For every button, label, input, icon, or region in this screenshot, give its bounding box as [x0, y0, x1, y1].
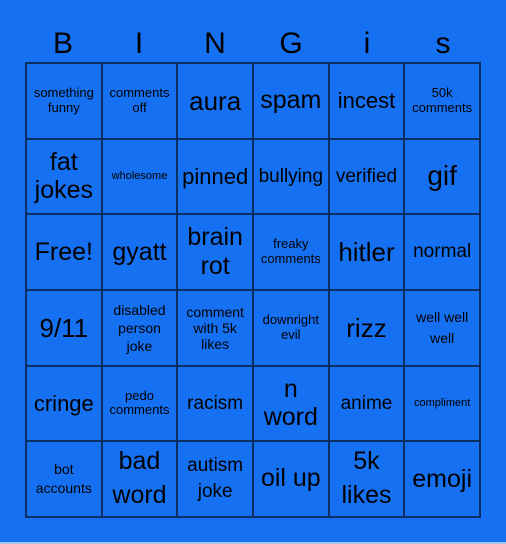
- bingo-cell[interactable]: anime: [328, 365, 405, 442]
- bingo-cell[interactable]: spam: [252, 63, 329, 139]
- bingo-cell[interactable]: autism joke: [177, 441, 253, 517]
- header-letter-1: B: [52, 27, 73, 60]
- bingo-cell[interactable]: brain rot: [177, 214, 253, 290]
- header-letter-6: s: [435, 27, 451, 60]
- bingo-cell[interactable]: hitler: [328, 214, 405, 290]
- free-space-cell[interactable]: Free!: [26, 214, 102, 290]
- bingo-cell[interactable]: bot accounts: [26, 441, 102, 517]
- bingo-cell[interactable]: racism: [177, 365, 253, 442]
- header-letter-3: N: [204, 27, 226, 60]
- bingo-cell[interactable]: verified: [328, 138, 405, 215]
- header-letter-4: G: [279, 27, 303, 60]
- bingo-cell[interactable]: comment with 5k likes: [177, 289, 253, 366]
- bingo-cell[interactable]: freaky comments: [252, 214, 329, 290]
- bingo-cell[interactable]: gif: [404, 138, 480, 215]
- bingo-cell[interactable]: bullying: [252, 138, 329, 215]
- bingo-cell[interactable]: compliment: [404, 365, 480, 442]
- bingo-cell[interactable]: 9/11: [26, 289, 102, 366]
- header-letter-2: I: [134, 27, 144, 60]
- bingo-cell[interactable]: downright evil: [252, 289, 329, 366]
- bingo-cell[interactable]: pinned: [177, 138, 253, 215]
- header-letter-5: i: [363, 27, 371, 60]
- bingo-cell[interactable]: gyatt: [101, 214, 178, 290]
- bingo-cell[interactable]: fat jokes: [26, 138, 102, 215]
- bingo-cell[interactable]: aura: [177, 63, 253, 139]
- bingo-cell[interactable]: disabled person joke: [101, 289, 178, 366]
- bingo-cell[interactable]: 5k likes: [328, 441, 405, 517]
- bingo-header: B I N G i s: [25, 26, 481, 62]
- bingo-cell[interactable]: oil up: [252, 441, 329, 517]
- bingo-card: something funny comments off aura spam i…: [25, 62, 481, 518]
- bingo-cell[interactable]: comments off: [101, 63, 178, 139]
- bingo-cell[interactable]: wholesome: [101, 138, 178, 215]
- bingo-cell[interactable]: incest: [328, 63, 405, 139]
- bingo-cell[interactable]: something funny: [26, 63, 102, 139]
- bingo-cell[interactable]: cringe: [26, 365, 102, 442]
- bingo-cell[interactable]: well well well: [404, 289, 480, 366]
- bingo-cell[interactable]: 50k comments: [404, 63, 480, 139]
- bingo-cell[interactable]: pedo comments: [101, 365, 178, 442]
- bingo-cell[interactable]: emoji: [404, 441, 480, 517]
- bingo-cell[interactable]: normal: [404, 214, 480, 290]
- bingo-cell[interactable]: rizz: [328, 289, 405, 366]
- bingo-cell[interactable]: n word: [252, 365, 329, 442]
- bingo-cell[interactable]: bad word: [101, 441, 178, 517]
